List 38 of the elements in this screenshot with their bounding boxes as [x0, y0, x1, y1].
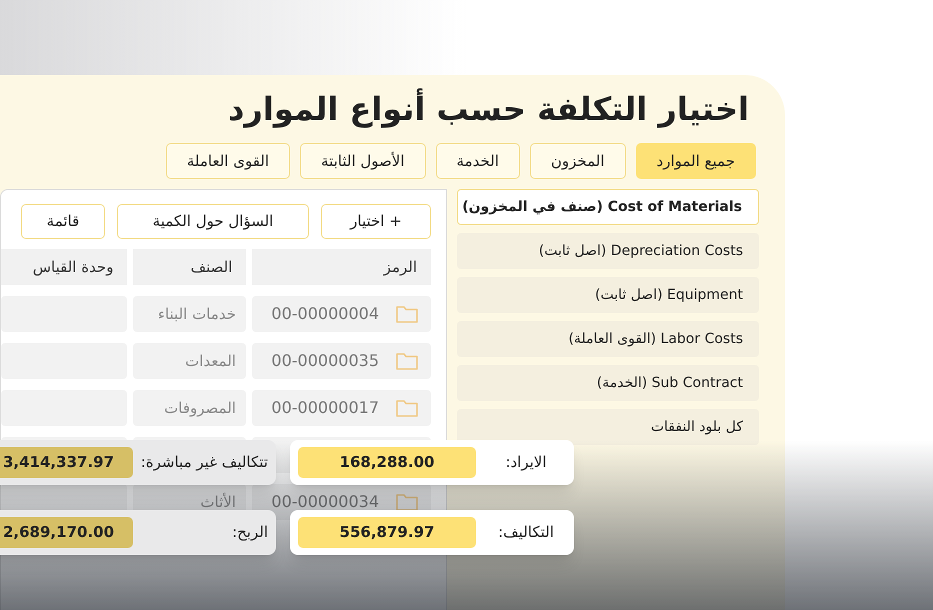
cost-item[interactable]: Sub Contract (الخدمة) — [457, 365, 759, 401]
cost-item[interactable]: Cost of Materials (صنف في المخزون) — [457, 189, 759, 225]
column-header: وحدة القياس — [0, 249, 128, 285]
page-title: اختيار التكلفة حسب أنواع الموارد — [227, 87, 749, 130]
item-category: المعدات — [185, 350, 236, 372]
item-code: 00-00000034 — [271, 491, 379, 513]
summary-label: الايراد: — [504, 452, 548, 474]
column-header: الصنف — [133, 249, 246, 285]
item-category: الأثاث — [200, 492, 236, 513]
summary-value: 168,288.00 — [298, 447, 476, 478]
item-code: 00-00000035 — [271, 350, 379, 372]
item-code: 00-00000004 — [271, 303, 379, 325]
folder-icon — [395, 304, 419, 324]
cost-item[interactable]: كل بلود النفقات — [457, 409, 759, 445]
filter-tab[interactable]: الأصول الثابتة — [300, 143, 426, 179]
toolbar-button[interactable]: قائمة — [21, 204, 105, 239]
cost-item[interactable]: Equipment (اصل ثابت) — [457, 277, 759, 313]
folder-icon — [395, 398, 419, 418]
summary-label: تتكاليف غير مباشرة: — [143, 452, 268, 474]
column-header: الرمز — [252, 249, 431, 285]
item-category: خدمات البناء — [158, 304, 236, 325]
filter-tab[interactable]: المخزون — [530, 143, 626, 179]
filter-tab[interactable]: الخدمة — [436, 143, 520, 179]
summary-value: 556,879.97 — [298, 517, 476, 548]
toolbar-button[interactable]: + اختيار — [321, 204, 431, 239]
folder-icon — [395, 492, 419, 512]
folder-icon — [395, 351, 419, 371]
filter-tab[interactable]: جميع الموارد — [636, 143, 756, 179]
cost-item[interactable]: Depreciation Costs (اصل ثابت) — [457, 233, 759, 269]
summary-label: الربح: — [231, 522, 268, 544]
toolbar-button[interactable]: السؤال حول الكمية — [117, 204, 309, 239]
item-category: المصروفات — [164, 398, 236, 419]
summary-label: التكاليف: — [497, 522, 555, 544]
filter-tab[interactable]: القوى العاملة — [166, 143, 290, 179]
summary-value: 3,414,337.97 — [0, 447, 133, 478]
summary-value: 2,689,170.00 — [0, 517, 133, 548]
item-code: 00-00000017 — [271, 397, 379, 419]
cost-item[interactable]: Labor Costs (القوى العاملة) — [457, 321, 759, 357]
